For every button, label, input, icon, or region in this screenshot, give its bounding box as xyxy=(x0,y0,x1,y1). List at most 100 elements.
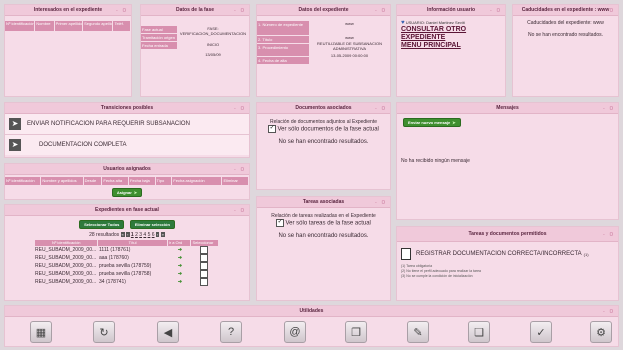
page-link[interactable]: 1 xyxy=(131,232,134,238)
usuarios-table-header: Nº identificación Nombre y apellidos Des… xyxy=(5,177,249,185)
checkbox-empty-icon[interactable] xyxy=(200,262,208,270)
arrow-right-icon: ➤ xyxy=(452,120,456,125)
help-icon[interactable]: ? xyxy=(220,321,242,343)
go-to-arrow-icon[interactable]: ➔ xyxy=(169,270,191,278)
panel-controls[interactable]: - ◻ xyxy=(603,103,615,113)
transition-arrow-icon: ➤ xyxy=(9,139,21,151)
transiciones-panel: Transiciones posibles - ◻ ➤ ENVIAR NOTIFI… xyxy=(4,102,250,158)
panel-header: Utilidades - ◻ xyxy=(5,306,618,317)
mensajes-panel: Mensajes - ◻ Enviar nuevo mensaje ➤ No ha … xyxy=(396,102,619,220)
refresh-icon[interactable]: ↻ xyxy=(93,321,115,343)
consultar-expediente-link[interactable]: CONSULTAR OTRO EXPEDIENTE xyxy=(401,26,505,42)
row-id: REU_SUBADM_2009_00... xyxy=(35,255,97,261)
panel-header: Tareas y documentos permitidos - ◻ xyxy=(397,227,618,242)
drawing-icon[interactable]: ✎ xyxy=(407,321,429,343)
row-id: REU_SUBADM_2009_00... xyxy=(35,247,97,253)
page-link[interactable]: 6 xyxy=(152,232,155,238)
page-link[interactable]: 2 xyxy=(135,232,138,238)
tools-icon[interactable]: ⚙ xyxy=(590,321,612,343)
checkbox-empty-icon[interactable] xyxy=(200,254,208,262)
transition-item[interactable]: ➤ DOCUMENTACION COMPLETA xyxy=(5,135,249,155)
select-all-button[interactable]: Seleccionar Todos xyxy=(79,220,125,229)
go-to-arrow-icon[interactable]: ➔ xyxy=(169,262,191,270)
prev-page-icon[interactable]: ‹ xyxy=(126,232,130,237)
select-checkbox[interactable] xyxy=(191,262,217,270)
table-row: REU_SUBADM_2009_00... prueba sevilla (178… xyxy=(35,262,219,270)
panel-controls[interactable]: - ◻ xyxy=(375,5,387,15)
send-message-button[interactable]: Enviar nuevo mensaje ➤ xyxy=(403,118,461,127)
menu-principal-link[interactable]: MENU PRINCIPAL xyxy=(401,42,505,50)
page-link[interactable]: 3 xyxy=(139,232,142,238)
panel-controls[interactable]: - ◻ xyxy=(234,205,246,215)
remove-selection-button[interactable]: Eliminar selección xyxy=(129,220,175,229)
utilidades-panel: Utilidades - ◻ ▦ ↻ ◀ ? @ ❐ ✎ ❏ ✓ ⚙ xyxy=(4,305,619,347)
documents-icon[interactable]: ❐ xyxy=(345,321,367,343)
select-checkbox[interactable] xyxy=(191,278,217,286)
panel-header: Mensajes - ◻ xyxy=(397,103,618,114)
panel-header: Datos del expediente - ◻ xyxy=(257,5,390,16)
tareas-panel: Tareas asociadas - ◻ Relación de tareas r… xyxy=(256,196,391,301)
panel-controls[interactable]: - ◻ xyxy=(603,5,615,15)
caducidades-panel: Caducidades en el expediente : www - ◻ Ca… xyxy=(512,4,619,97)
row-id: REU_SUBADM_2009_00... xyxy=(35,263,97,269)
go-to-arrow-icon[interactable]: ➔ xyxy=(169,254,191,262)
documents-alt-icon[interactable]: ❏ xyxy=(468,321,490,343)
panel-controls[interactable]: - ◻ xyxy=(116,5,128,15)
table-row: REU_SUBADM_2009_00... prueba sevilla (178… xyxy=(35,270,219,278)
checkbox-empty-icon[interactable] xyxy=(200,270,208,278)
tareas-documentos-panel: Tareas y documentos permitidos - ◻ REGIST… xyxy=(396,226,619,301)
interesados-panel: Interesados en el expediente - ◻ Nº ident… xyxy=(4,4,132,97)
expedientes-fase-panel: Expedientes en fase actual - ◻ Selecciona… xyxy=(4,204,250,301)
fase-panel: Datos de la fase - ◻ Fase actual Tramitac… xyxy=(140,4,250,97)
row-id: REU_SUBADM_2009_00... xyxy=(35,279,97,285)
expedientes-table-body: REU_SUBADM_2009_00... 1111 (178761) ➔ REU_S… xyxy=(35,246,219,286)
select-checkbox[interactable] xyxy=(191,246,217,254)
expediente-panel: Datos del expediente - ◻ 1. Número de exp… xyxy=(256,4,391,97)
panel-header: Interesados en el expediente - ◻ xyxy=(5,5,131,16)
allowed-task-item[interactable]: REGISTRAR DOCUMENTACION CORRECTA/INCORRE… xyxy=(397,242,618,260)
select-checkbox[interactable] xyxy=(191,270,217,278)
panel-controls[interactable]: - ◻ xyxy=(375,103,387,113)
asignar-button[interactable]: Asignar ➤ xyxy=(111,188,143,197)
row-title: prueba sevilla (178758) xyxy=(99,271,152,277)
checkbox-checked-icon[interactable] xyxy=(276,219,285,227)
next-page-icon[interactable]: › xyxy=(155,232,160,237)
page-link[interactable]: 4 xyxy=(143,232,146,238)
panel-controls[interactable]: - ◻ xyxy=(603,227,615,241)
panel-controls[interactable]: - ◻ xyxy=(234,5,246,15)
panel-controls[interactable]: - ◻ xyxy=(234,103,246,113)
interesados-table-header: Nº identificación Nombre Primer apellido… xyxy=(5,21,131,31)
panel-controls[interactable]: - ◻ xyxy=(490,5,502,15)
panel-header: Transiciones posibles - ◻ xyxy=(5,103,249,114)
checkbox-empty-icon[interactable] xyxy=(200,246,208,254)
go-to-arrow-icon[interactable]: ➔ xyxy=(169,246,191,254)
panel-header: Tareas asociadas - ◻ xyxy=(257,197,390,208)
page-link[interactable]: 5 xyxy=(148,232,151,238)
fase-details: Fase actual Tramitación origen Fecha ent… xyxy=(141,26,247,57)
last-page-icon[interactable]: » xyxy=(160,232,165,237)
ver-docs-fase-checkbox[interactable]: Ver sólo documentos de la fase actual xyxy=(257,125,390,133)
first-page-icon[interactable]: « xyxy=(120,232,125,237)
ver-tareas-fase-checkbox[interactable]: Ver sólo tareas de la fase actual xyxy=(257,219,390,227)
pagination: 28 resultados « ‹ 1 2 3 4 5 6 › » xyxy=(89,232,165,238)
transition-item[interactable]: ➤ ENVIAR NOTIFICACION PARA REQUERIR SUBS… xyxy=(5,114,249,135)
checkbox-checked-icon[interactable] xyxy=(268,125,277,133)
checkbox-empty-icon[interactable] xyxy=(200,278,208,286)
panel-header: Expedientes en fase actual - ◻ xyxy=(5,205,249,216)
panel-controls[interactable]: - ◻ xyxy=(375,197,387,207)
calculator-icon[interactable]: ▦ xyxy=(30,321,52,343)
email-icon[interactable]: @ xyxy=(284,321,306,343)
transition-arrow-icon: ➤ xyxy=(9,118,21,130)
row-id: REU_SUBADM_2009_00... xyxy=(35,271,97,277)
select-checkbox[interactable] xyxy=(191,254,217,262)
panel-controls[interactable]: - ◻ xyxy=(603,306,615,316)
panel-controls[interactable]: - ◻ xyxy=(234,164,246,174)
expediente-details: 1. Número de expediente 2. Título 3. Pro… xyxy=(257,21,382,64)
back-icon[interactable]: ◀ xyxy=(157,321,179,343)
panel-header: Documentos asociados - ◻ xyxy=(257,103,390,114)
documentos-panel: Documentos asociados - ◻ Relación de docu… xyxy=(256,102,391,190)
table-row: REU_SUBADM_2009_00... aaa (178760) ➔ xyxy=(35,254,219,262)
document-icon xyxy=(401,248,411,260)
check-icon[interactable]: ✓ xyxy=(530,321,552,343)
go-to-arrow-icon[interactable]: ➔ xyxy=(169,278,191,286)
